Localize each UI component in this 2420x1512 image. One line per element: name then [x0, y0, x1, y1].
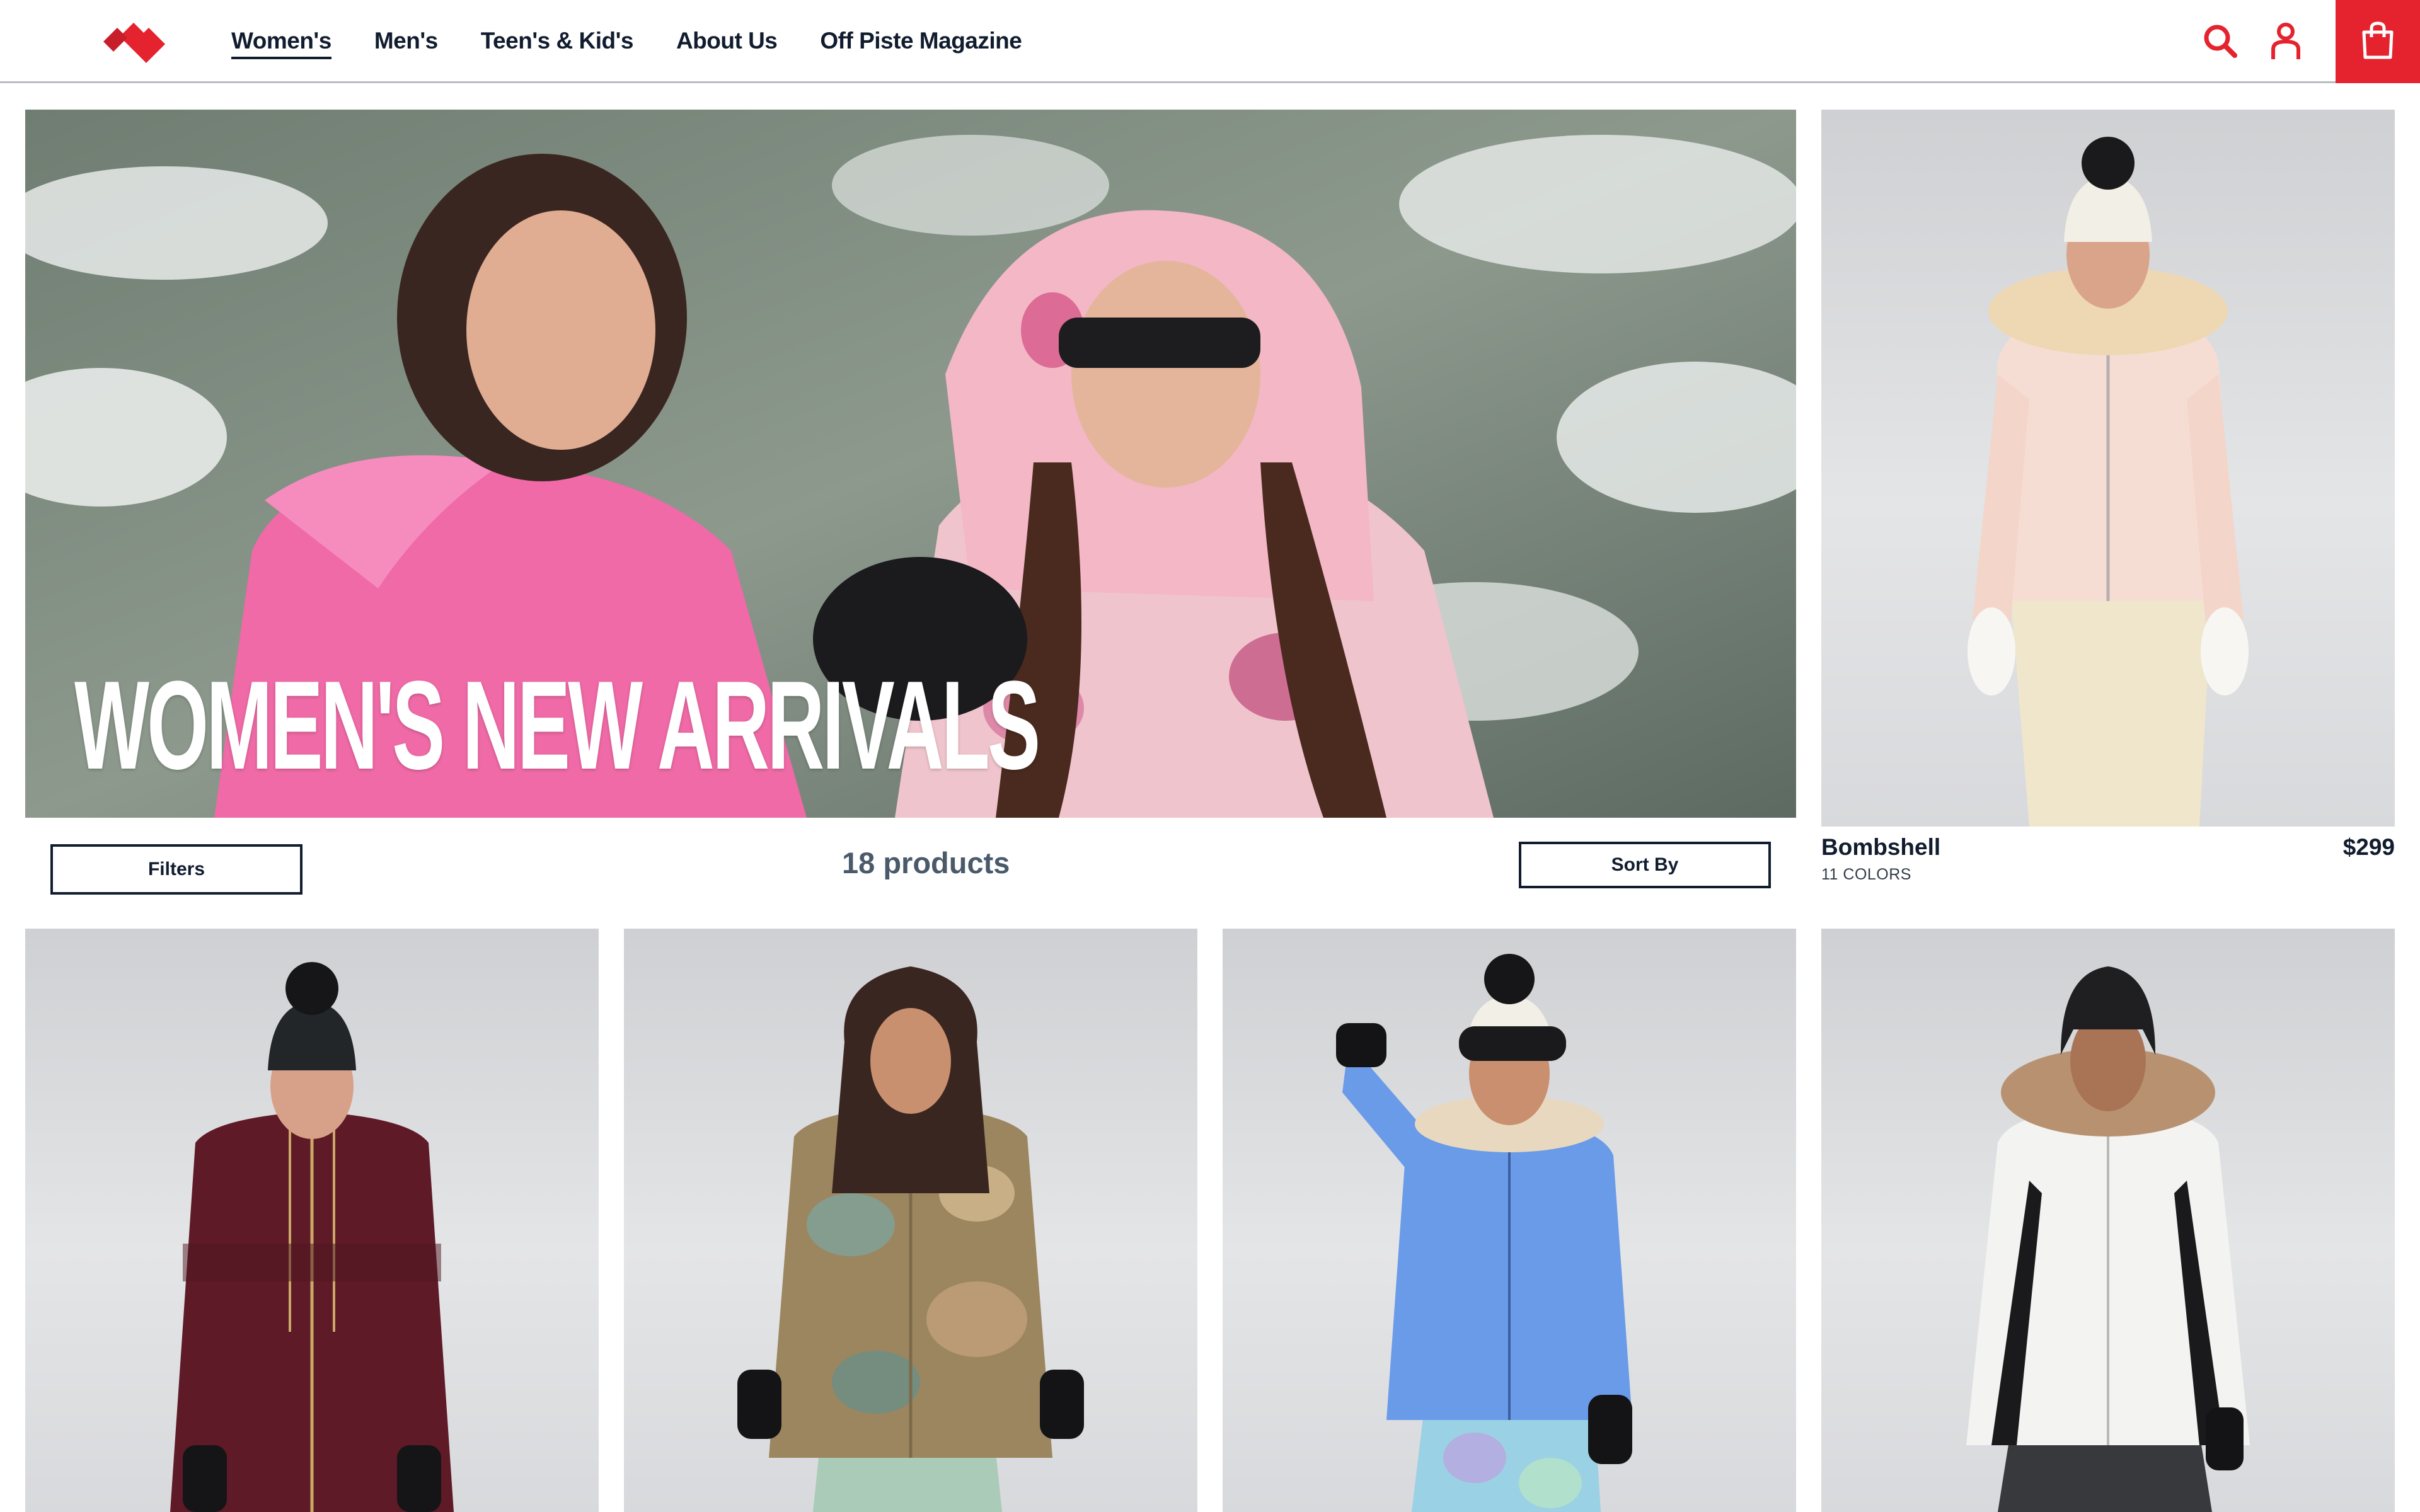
product-count: 18 products — [842, 846, 1010, 879]
nav-teens-kids[interactable]: Teen's & Kid's — [481, 28, 634, 59]
product-card[interactable] — [624, 929, 1197, 1512]
filters-button[interactable]: Filters — [50, 844, 302, 895]
user-icon[interactable] — [2264, 19, 2308, 63]
shopping-bag-icon — [2362, 21, 2394, 59]
product-image[interactable] — [624, 929, 1197, 1512]
cart-button[interactable] — [2336, 0, 2420, 83]
nav-mens[interactable]: Men's — [374, 28, 438, 59]
product-card[interactable] — [1223, 929, 1796, 1512]
product-card[interactable] — [25, 929, 599, 1512]
product-price: $299 — [2342, 834, 2395, 860]
hero-title: WOMEN'S NEW ARRIVALS — [74, 655, 1040, 796]
product-card[interactable] — [1821, 929, 2395, 1512]
search-icon[interactable] — [2198, 19, 2242, 63]
product-image[interactable] — [25, 929, 599, 1512]
brand-logo-icon[interactable] — [95, 14, 170, 71]
product-image[interactable] — [1821, 110, 2395, 827]
product-name[interactable]: Bombshell — [1821, 834, 1940, 861]
product-image[interactable] — [1223, 929, 1796, 1512]
nav-about-us[interactable]: About Us — [676, 28, 778, 59]
product-card[interactable]: Bombshell $299 11 COLORS — [1821, 110, 2395, 891]
site-header: Women's Men's Teen's & Kid's About Us Of… — [0, 0, 2420, 83]
main-nav: Women's Men's Teen's & Kid's About Us Of… — [231, 28, 1022, 59]
sort-by-button[interactable]: Sort By — [1519, 842, 1771, 888]
nav-off-piste-magazine[interactable]: Off Piste Magazine — [820, 28, 1022, 59]
nav-womens[interactable]: Women's — [231, 28, 331, 59]
hero-banner[interactable]: WOMEN'S NEW ARRIVALS — [25, 110, 1796, 818]
product-image[interactable] — [1821, 929, 2395, 1512]
product-colors: 11 COLORS — [1821, 866, 1911, 883]
